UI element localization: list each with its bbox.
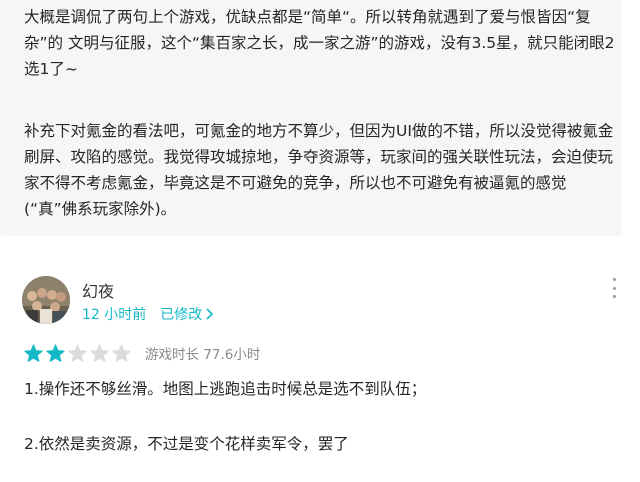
review-meta: 12 小时前 已修改 bbox=[82, 304, 214, 324]
review-time: 12 小时前 bbox=[82, 307, 147, 323]
chevron-right-icon bbox=[206, 308, 214, 320]
review-line: 2.依然是卖资源，不过是变个花样卖军令，罢了 bbox=[24, 435, 349, 453]
playtime: 游戏时长 77.6小时 bbox=[145, 347, 261, 363]
more-vertical-icon[interactable] bbox=[606, 278, 622, 298]
previous-review-body: 大概是调侃了两句上个游戏，优缺点都是“简单“。所以转角就遇到了爱与恨皆因“复杂”… bbox=[0, 0, 622, 236]
review-paragraph: 补充下对氪金的看法吧，可氪金的地方不算少，但因为UI做的不错，所以没觉得被氪金刷… bbox=[24, 122, 614, 218]
star-icon bbox=[46, 343, 65, 362]
star-icon bbox=[90, 343, 109, 362]
star-rating bbox=[24, 343, 131, 363]
edited-label: 已修改 bbox=[160, 307, 203, 323]
avatar[interactable] bbox=[22, 276, 70, 324]
review-line: 1.操作还不够丝滑。地图上逃跑追击时候总是选不到队伍； bbox=[24, 380, 427, 398]
edited-link[interactable]: 已修改 bbox=[160, 304, 214, 324]
rating-row: 游戏时长 77.6小时 bbox=[24, 343, 260, 363]
review-paragraph: 大概是调侃了两句上个游戏，优缺点都是“简单“。所以转角就遇到了爱与恨皆因“复杂”… bbox=[24, 8, 615, 78]
review-page: 大概是调侃了两句上个游戏，优缺点都是“简单“。所以转角就遇到了爱与恨皆因“复杂”… bbox=[0, 0, 640, 482]
avatar-image bbox=[22, 276, 70, 324]
star-icon bbox=[24, 343, 43, 362]
username[interactable]: 幻夜 bbox=[82, 278, 114, 302]
star-icon bbox=[112, 343, 131, 362]
star-icon bbox=[68, 343, 87, 362]
